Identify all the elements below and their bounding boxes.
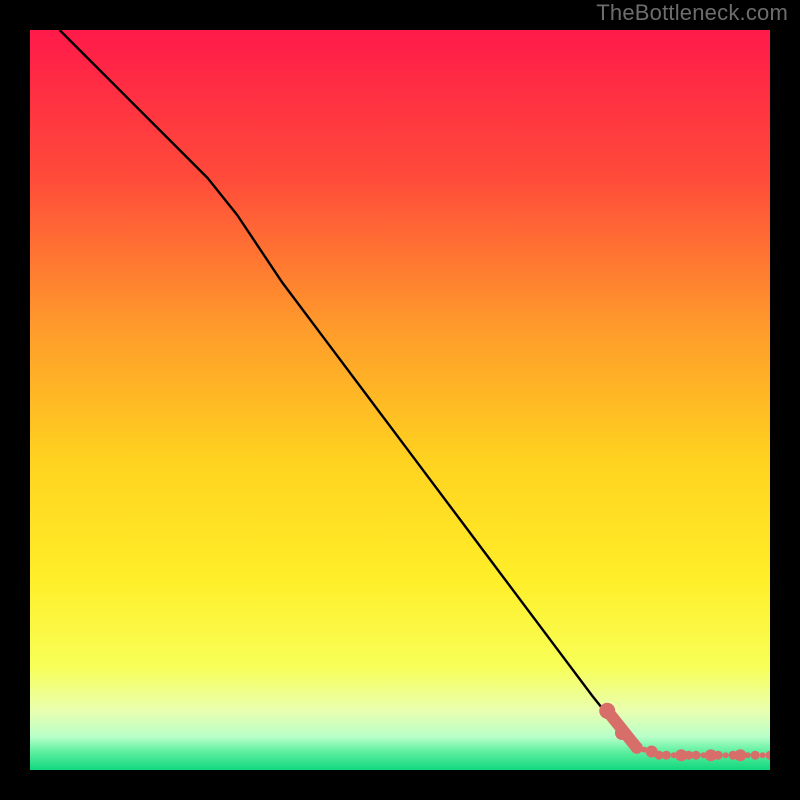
flat-region-dash xyxy=(652,750,658,756)
gradient-background xyxy=(30,30,770,770)
flat-region-dash xyxy=(760,752,766,758)
flat-region-dash xyxy=(734,752,740,758)
attribution-label: TheBottleneck.com xyxy=(596,0,788,26)
flat-region-dash xyxy=(689,752,695,758)
plot-area xyxy=(30,30,770,770)
flat-region-dash xyxy=(671,752,677,758)
flat-region-dash xyxy=(723,752,729,758)
flat-region-dash xyxy=(745,752,751,758)
flat-region-dash xyxy=(712,752,718,758)
flat-region-dash xyxy=(700,752,706,758)
flat-region-dash xyxy=(660,752,666,758)
flat-region-point xyxy=(751,751,760,760)
chart-stage: TheBottleneck.com xyxy=(0,0,800,800)
chart-svg xyxy=(30,30,770,770)
flat-region-dash xyxy=(682,752,688,758)
